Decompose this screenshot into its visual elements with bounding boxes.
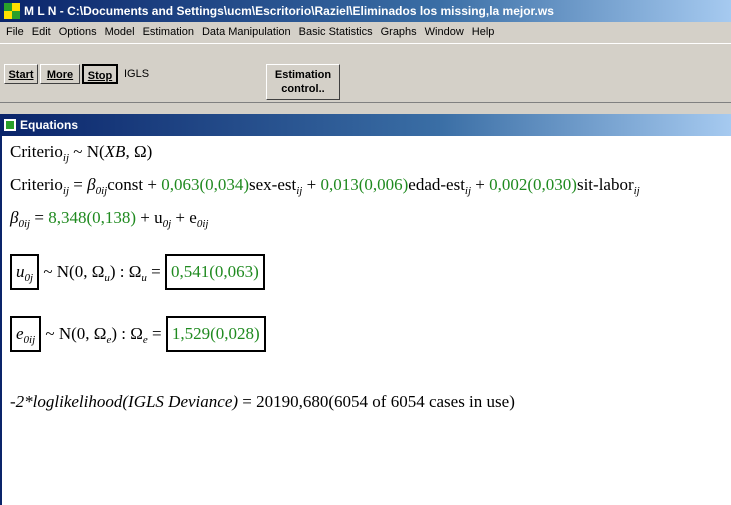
menu-model[interactable]: Model	[101, 22, 139, 42]
equations-title-bar[interactable]: Equations	[0, 114, 731, 136]
e-vector-bracket: e0ij	[10, 316, 42, 352]
fixed-part-line[interactable]: Criterio ij = β0ijconst + 0,063(0,034)sex…	[10, 175, 640, 197]
plus-u: + u	[136, 208, 163, 227]
coef-edad-est[interactable]: 0,013(0,006)	[320, 175, 408, 194]
title-bar[interactable]: M L N - C:\Documents and Settings\ucm\Es…	[0, 0, 731, 22]
u-subscript: 0j	[162, 218, 172, 230]
var-sit-labor: sit-labor	[576, 175, 634, 194]
menu-graphs[interactable]: Graphs	[377, 22, 421, 42]
u-variance-bracket: 0,541(0,063)	[164, 254, 265, 290]
intercept-equals: =	[30, 208, 49, 227]
menu-bar: File Edit Options Model Estimation Data Manip…	[0, 22, 731, 42]
menu-options[interactable]: Options	[55, 22, 101, 42]
e-dist: ~ N(0, Ω	[45, 324, 107, 343]
menu-estimation[interactable]: Estimation	[139, 22, 198, 42]
plus-1: +	[302, 175, 321, 194]
beta0-symbol: β	[87, 175, 96, 194]
u-variance-estimate[interactable]: 0,541(0,063)	[171, 262, 259, 281]
equations-window: Equations Criterioij ~ N(XB, Ω) Criterio…	[0, 114, 731, 505]
plus-2: +	[471, 175, 490, 194]
equations-body: Criterioij ~ N(XB, Ω) Criterioij = β0ijc…	[0, 136, 731, 505]
intercept-estimate[interactable]: 8,348(0,138)	[48, 208, 136, 227]
e-omega-equals: =	[147, 324, 166, 343]
e-symbol: e	[16, 324, 24, 343]
menu-edit[interactable]: Edit	[28, 22, 55, 42]
beta0-subscript: 0ij	[95, 185, 108, 197]
u-dist: ~ N(0, Ω	[43, 262, 105, 281]
e-variance-bracket: 1,529(0,028)	[165, 316, 266, 352]
estimation-control-line1: Estimation	[274, 69, 332, 81]
intercept-line[interactable]: β0ij = 8,348(0,138) + u0j + e0ij	[10, 208, 209, 230]
e-subscript: 0ij	[196, 218, 209, 230]
more-button-label: More	[46, 69, 74, 81]
menu-basic-statistics[interactable]: Basic Statistics	[295, 22, 377, 42]
equations-window-icon	[4, 119, 16, 131]
deviance-line[interactable]: -2*loglikelihood(IGLS Deviance) = 20190,…	[10, 392, 515, 412]
level2-variance-line[interactable]: u0j ~ N(0, Ωu) : Ωu = 0,541(0,063)	[10, 254, 265, 290]
toolbar: Start More Stop IGLS Estimation control.…	[0, 43, 731, 103]
level1-variance-line[interactable]: e0ij ~ N(0, Ωe) : Ωe = 1,529(0,028)	[10, 316, 266, 352]
coef-sex-est[interactable]: 0,063(0,034)	[161, 175, 249, 194]
e-symbol-subscript: 0ij	[23, 334, 36, 346]
const-term: const +	[107, 175, 162, 194]
deviance-prefix: -2*	[10, 392, 33, 411]
intercept-beta-subscript: 0ij	[18, 218, 31, 230]
e-variance-estimate[interactable]: 1,529(0,028)	[172, 324, 260, 343]
u-symbol: u	[16, 262, 25, 281]
u-omega-equals: =	[146, 262, 165, 281]
start-button-label: Start	[8, 69, 34, 81]
var-edad-est: edad-est	[408, 175, 465, 194]
app-window: M L N - C:\Documents and Settings\ucm\Es…	[0, 0, 731, 505]
u-dist-end: ) : Ω	[109, 262, 142, 281]
menu-window[interactable]: Window	[421, 22, 468, 42]
menu-data-manipulation[interactable]: Data Manipulation	[198, 22, 295, 42]
dist-mean: XB	[104, 142, 126, 161]
response-name: Criterio	[10, 142, 63, 161]
menu-help[interactable]: Help	[468, 22, 499, 42]
mln-app-icon	[4, 3, 20, 19]
estimation-control-line2: control..	[281, 83, 325, 95]
model-equals: =	[69, 175, 88, 194]
coef-sit-labor[interactable]: 0,002(0,030)	[489, 175, 577, 194]
estimation-control-button[interactable]: Estimation control..	[266, 64, 340, 100]
var-sit-labor-subscript: ij	[633, 185, 640, 197]
stop-button[interactable]: Stop	[82, 64, 118, 84]
u-vector-bracket: u0j	[10, 254, 40, 290]
stop-button-label: Stop	[87, 70, 113, 82]
plus-e: + e	[171, 208, 197, 227]
estimation-method-label: IGLS	[124, 68, 150, 80]
response-distribution-line[interactable]: Criterioij ~ N(XB, Ω)	[10, 142, 153, 164]
e-dist-end: ) : Ω	[111, 324, 143, 343]
deviance-value: = 20190,680(6054 of 6054 cases in use)	[238, 392, 515, 411]
deviance-label: loglikelihood(IGLS Deviance)	[32, 392, 239, 411]
model-response: Criterio	[10, 175, 63, 194]
window-title: M L N - C:\Documents and Settings\ucm\Es…	[24, 4, 554, 18]
equations-title: Equations	[20, 118, 79, 132]
var-sex-est: sex-est	[249, 175, 297, 194]
start-button[interactable]: Start	[4, 64, 38, 84]
dist-prefix: ~ N(	[69, 142, 105, 161]
menu-file[interactable]: File	[0, 22, 28, 42]
more-button[interactable]: More	[40, 64, 80, 84]
u-symbol-subscript: 0j	[24, 272, 34, 284]
dist-suffix: , Ω)	[125, 142, 153, 161]
